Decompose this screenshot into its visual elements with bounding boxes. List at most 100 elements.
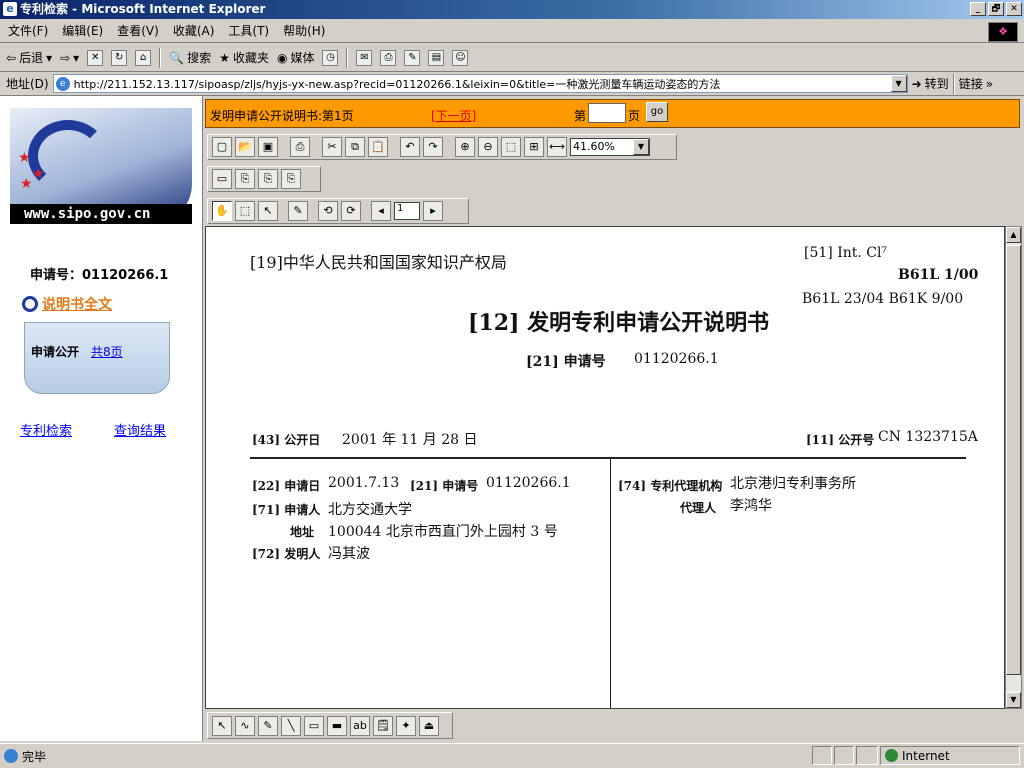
stamp-tool-icon[interactable]: ⏏ <box>419 715 439 736</box>
doc-app-no2: 01120266.1 <box>486 475 571 491</box>
fulltext-link[interactable]: 说明书全文 <box>42 294 112 314</box>
fulltext-section: 说明书全文 <box>22 294 112 314</box>
stop-icon[interactable]: ✕ <box>87 49 104 66</box>
publication-label: 申请公开 <box>31 345 80 359</box>
query-results-link[interactable]: 查询结果 <box>114 420 166 439</box>
doc-column-divider <box>610 459 611 708</box>
annotate-icon[interactable]: ✎ <box>288 201 308 221</box>
toolbar-separator <box>346 47 349 68</box>
doc-pub-no: CN 1323715A <box>878 429 978 445</box>
select-area-icon[interactable]: ⬚ <box>235 201 255 221</box>
cut-icon[interactable]: ✂ <box>322 137 342 157</box>
close-button[interactable]: ✕ <box>1006 2 1022 16</box>
go-arrow-icon: ➜ <box>911 76 922 91</box>
go-page-button[interactable]: go <box>646 102 668 122</box>
scroll-down-icon[interactable]: ▼ <box>1006 692 1021 708</box>
publication-box: 申请公开 共8页 <box>24 322 170 394</box>
scroll-up-icon[interactable]: ▲ <box>1006 227 1021 243</box>
text-tool-icon[interactable]: ab <box>350 715 370 736</box>
mail-icon[interactable]: ✉ <box>356 49 373 66</box>
zoom-out-icon[interactable]: ⊖ <box>478 137 498 157</box>
viewer-title: 发明申请公开说明书:第1页 <box>210 109 354 123</box>
fit-width-icon[interactable]: ⟷ <box>547 137 567 157</box>
filled-rect-tool-icon[interactable]: ▬ <box>327 715 347 736</box>
back-button[interactable]: ⇦ 后退 ▾ <box>6 49 52 66</box>
refresh-icon[interactable]: ↻ <box>111 49 128 66</box>
prev-page-icon[interactable]: ◂ <box>371 201 391 221</box>
undo-icon[interactable]: ↶ <box>400 137 420 157</box>
line-tool-icon[interactable]: ╲ <box>281 715 301 736</box>
select-tool-icon[interactable]: ↖ <box>212 715 232 736</box>
star-icon: ★ <box>32 166 45 182</box>
document-view[interactable]: [19]中华人民共和国国家知识产权局 [51] Int. Cl⁷ B61L 1/… <box>205 226 1005 709</box>
application-number: 申请号：01120266.1 <box>30 268 169 283</box>
menu-tools[interactable]: 工具(T) <box>228 22 269 39</box>
media-button[interactable]: ◉ 媒体 <box>277 49 315 66</box>
rotate-left-icon[interactable]: ⟲ <box>318 201 338 221</box>
star-icon: ★ <box>18 150 31 166</box>
zoom-dropdown-icon[interactable]: ▼ <box>633 139 649 155</box>
image-tool-icon[interactable]: ✦ <box>396 715 416 736</box>
new-doc-icon[interactable]: ▢ <box>212 137 232 157</box>
menu-view[interactable]: 查看(V) <box>117 22 159 39</box>
highlighter-tool-icon[interactable]: ✎ <box>258 715 278 736</box>
address-input[interactable]: e http://211.152.13.117/sipoasp/zljs/hyj… <box>52 74 908 93</box>
links-button[interactable]: 链接 » <box>959 75 993 92</box>
history-icon[interactable]: ◷ <box>322 49 339 66</box>
print-icon[interactable]: ⎙ <box>290 137 310 157</box>
scroll-thumb[interactable] <box>1006 245 1021 675</box>
doc-agent-label: 代理人 <box>680 501 717 515</box>
menu-help[interactable]: 帮助(H) <box>283 22 325 39</box>
page-setup-icon[interactable]: ▭ <box>212 169 232 189</box>
edit-icon[interactable]: ✎ <box>404 49 421 66</box>
favorites-button[interactable]: ★ 收藏夹 <box>219 49 269 66</box>
print-all-icon[interactable]: ⎘ <box>281 169 301 189</box>
search-button[interactable]: 🔍 搜索 <box>169 49 211 66</box>
forward-button[interactable]: ⇨ ▾ <box>60 51 79 65</box>
zoom-select[interactable]: 41.60% ▼ <box>570 138 650 156</box>
next-page-icon[interactable]: ▸ <box>423 201 443 221</box>
doc-divider <box>250 457 966 459</box>
vertical-scrollbar[interactable]: ▲ ▼ <box>1005 226 1022 709</box>
note-tool-icon[interactable]: 🗒 <box>373 715 393 736</box>
minimize-button[interactable]: _ <box>970 2 986 16</box>
page-field[interactable]: 1 <box>394 202 420 220</box>
page-number-input[interactable] <box>588 103 626 123</box>
messenger-icon[interactable]: ☺ <box>452 49 469 66</box>
open-folder-icon[interactable]: 📂 <box>235 137 255 157</box>
doc-agency-label: [74] 专利代理机构 <box>618 479 723 493</box>
print-icon[interactable]: ⎙ <box>380 49 397 66</box>
status-pane <box>856 746 878 765</box>
hand-tool-icon[interactable]: ✋ <box>212 201 232 221</box>
publication-pages-link[interactable]: 共8页 <box>91 343 123 360</box>
redo-icon[interactable]: ↷ <box>423 137 443 157</box>
copy-icon[interactable]: ⧉ <box>345 137 365 157</box>
discuss-icon[interactable]: ▤ <box>428 49 445 66</box>
menu-file[interactable]: 文件(F) <box>8 22 48 39</box>
next-page-link[interactable]: [下一页] <box>431 107 476 124</box>
address-url: http://211.152.13.117/sipoasp/zljs/hyjs-… <box>73 77 721 91</box>
search-icon: 🔍 <box>169 50 185 65</box>
print-page-icon[interactable]: ⎘ <box>235 169 255 189</box>
pointer-icon[interactable]: ↖ <box>258 201 278 221</box>
patent-search-link[interactable]: 专利检索 <box>20 420 72 439</box>
address-dropdown-icon[interactable]: ▼ <box>890 75 907 92</box>
print-range-icon[interactable]: ⎘ <box>258 169 278 189</box>
doc-filing-date: 2001.7.13 <box>328 475 400 491</box>
menu-edit[interactable]: 编辑(E) <box>62 22 103 39</box>
rectangle-tool-icon[interactable]: ▭ <box>304 715 324 736</box>
paste-icon[interactable]: 📋 <box>368 137 388 157</box>
freehand-tool-icon[interactable]: ∿ <box>235 715 255 736</box>
address-bar: 地址(D) e http://211.152.13.117/sipoasp/zl… <box>0 72 1024 96</box>
home-icon[interactable]: ⌂ <box>135 49 152 66</box>
save-icon[interactable]: ▣ <box>258 137 278 157</box>
maximize-button[interactable]: 🗗 <box>988 2 1004 16</box>
go-button[interactable]: ➜ 转到 <box>912 75 949 92</box>
fit-page-icon[interactable]: ⊞ <box>524 137 544 157</box>
sipo-logo: ★ ★ ★ www.sipo.gov.cn <box>10 108 192 224</box>
rotate-right-icon[interactable]: ⟳ <box>341 201 361 221</box>
menu-favorites[interactable]: 收藏(A) <box>173 22 215 39</box>
favorites-icon: ★ <box>219 50 230 65</box>
zoom-select-icon[interactable]: ⬚ <box>501 137 521 157</box>
zoom-in-icon[interactable]: ⊕ <box>455 137 475 157</box>
